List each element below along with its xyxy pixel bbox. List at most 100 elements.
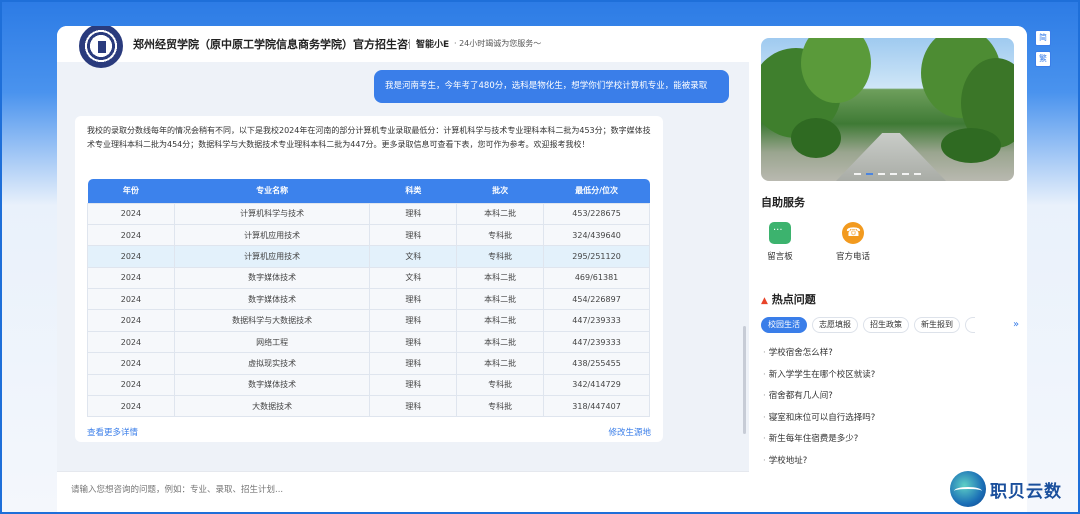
table-cell: 理科 (369, 373, 458, 397)
bot-intro-text: 我校的录取分数线每年的情况会稍有不同，以下是我校2024年在河南的部分计算机专业… (87, 126, 651, 149)
user-message: 我是河南考生，今年考了480分，选科是物化生，想学你们学校计算机专业，能被录取 (374, 70, 729, 103)
faq-item[interactable]: 新入学学生在哪个校区就读? (763, 368, 876, 380)
table-cell: 计算机应用技术 (173, 223, 371, 247)
table-cell: 本科二批 (456, 288, 545, 311)
table-cell: 本科二批 (456, 202, 545, 225)
faq-item[interactable]: 宿舍都有几人间? (763, 389, 833, 401)
faq-item[interactable]: 学校宿舍怎么样? (763, 346, 833, 358)
brand-watermark: 职贝云数 (950, 471, 1062, 507)
service-label: 留言板 (767, 252, 793, 262)
table-cell: 虚拟现实技术 (173, 352, 371, 375)
chat-scrollbar[interactable] (743, 326, 746, 434)
tab-registration[interactable]: 新生报到 (914, 317, 960, 333)
table-cell: 专科批 (456, 223, 545, 247)
table-row: 2024 网络工程 理科 本科二批 447/239333 (87, 330, 650, 354)
table-cell: 理科 (369, 352, 458, 375)
table-cell: 数据科学与大数据技术 (173, 309, 371, 332)
column-header-category: 科类 (369, 179, 457, 203)
table-header-row: 年份 专业名称 科类 批次 最低分/位次 (87, 179, 650, 203)
question-input[interactable] (71, 480, 731, 500)
chat-pane: 郑州经贸学院（原中原工学院信息商务学院）官方招生咨询... 智能小E · 24小… (57, 26, 749, 512)
banner-pagination[interactable] (761, 173, 1014, 175)
table-cell: 本科二批 (456, 330, 545, 354)
table-cell: 理科 (369, 288, 458, 311)
table-cell: 理科 (369, 330, 458, 354)
table-cell: 295/251120 (543, 245, 650, 268)
table-cell: 理科 (369, 223, 458, 247)
table-row: 2024 计算机应用技术 文科 专科批 295/251120 (87, 245, 650, 268)
table-cell: 469/61381 (543, 266, 650, 290)
banner-dot[interactable] (878, 173, 885, 175)
message-board-button[interactable]: 留言板 (757, 222, 803, 262)
table-row: 2024 大数据技术 理科 专科批 318/447407 (87, 395, 650, 418)
traditional-chinese-button[interactable]: 繁 (1035, 51, 1051, 67)
hot-questions-label: 热点问题 (771, 293, 816, 306)
table-cell: 2024 (87, 330, 175, 354)
bot-message: 我校的录取分数线每年的情况会稍有不同，以下是我校2024年在河南的部分计算机专业… (75, 116, 663, 442)
table-cell: 理科 (369, 309, 458, 332)
input-area (57, 471, 749, 512)
brand-logo-icon (950, 471, 986, 507)
table-cell: 2024 (87, 395, 175, 418)
faq-item[interactable]: 寝室和床位可以自行选择吗? (763, 411, 876, 423)
table-cell: 本科二批 (456, 309, 545, 332)
table-cell: 318/447407 (543, 395, 650, 418)
table-cell: 数字媒体技术 (173, 288, 371, 311)
table-cell: 438/255455 (543, 352, 650, 375)
table-cell: 2024 (87, 202, 175, 225)
column-header-batch: 批次 (456, 179, 544, 203)
official-phone-button[interactable]: 官方电话 (830, 222, 876, 262)
tab-campus-life[interactable]: 校园生活 (761, 317, 807, 333)
table-cell: 网络工程 (173, 330, 371, 354)
banner-dot[interactable] (914, 173, 921, 175)
tab-overflow (965, 317, 975, 333)
table-cell: 数字媒体技术 (173, 266, 371, 290)
table-cell: 大数据技术 (173, 395, 371, 418)
campus-banner[interactable] (761, 38, 1014, 181)
table-cell: 2024 (87, 352, 175, 375)
header-divider (409, 39, 410, 49)
banner-dot[interactable] (866, 173, 873, 175)
table-row: 2024 数字媒体技术 理科 专科批 342/414729 (87, 373, 650, 397)
table-cell: 数字媒体技术 (173, 373, 371, 397)
chat-window: 郑州经贸学院（原中原工学院信息商务学院）官方招生咨询... 智能小E · 24小… (57, 26, 1027, 512)
table-row: 2024 计算机科学与技术 理科 本科二批 453/228675 (87, 202, 650, 225)
column-header-major: 专业名称 (174, 179, 370, 203)
admission-table: 年份 专业名称 科类 批次 最低分/位次 2024 计算机科学与技术 理科 本科二批 4… (87, 179, 650, 418)
table-cell: 342/414729 (543, 373, 650, 397)
column-header-year: 年份 (87, 179, 175, 203)
table-cell: 计算机科学与技术 (173, 202, 371, 225)
tab-application[interactable]: 志愿填报 (812, 317, 858, 333)
message-board-icon (769, 222, 791, 244)
table-row: 2024 数据科学与大数据技术 理科 本科二批 447/239333 (87, 309, 650, 332)
chat-header: 郑州经贸学院（原中原工学院信息商务学院）官方招生咨询... 智能小E · 24小… (57, 26, 749, 68)
table-cell: 453/228675 (543, 202, 650, 225)
chevron-right-icon[interactable]: » (1009, 317, 1023, 333)
faq-item[interactable]: 新生每年住宿费是多少? (763, 432, 859, 444)
table-cell: 专科批 (456, 373, 545, 397)
table-row: 2024 数字媒体技术 理科 本科二批 454/226897 (87, 288, 650, 311)
table-cell: 本科二批 (456, 266, 545, 290)
table-cell: 理科 (369, 395, 458, 418)
table-cell: 文科 (369, 266, 458, 290)
simplified-chinese-button[interactable]: 简 (1035, 30, 1051, 46)
column-header-score: 最低分/位次 (543, 179, 650, 203)
agent-name: 智能小E (416, 40, 450, 50)
service-label: 官方电话 (835, 252, 870, 262)
school-logo (79, 26, 123, 68)
change-origin-link[interactable]: 修改生源地 (608, 426, 651, 438)
banner-dot[interactable] (902, 173, 909, 175)
table-cell: 专科批 (456, 395, 545, 418)
tab-policy[interactable]: 招生政策 (863, 317, 909, 333)
banner-dot[interactable] (854, 173, 861, 175)
view-more-link[interactable]: 查看更多详情 (87, 426, 138, 438)
faq-item[interactable]: 学校地址? (763, 454, 808, 466)
hot-question-tabs: 校园生活 志愿填报 招生政策 新生报到 » (761, 317, 1023, 335)
table-cell: 454/226897 (543, 288, 650, 311)
table-cell: 2024 (87, 373, 175, 397)
phone-icon (842, 222, 864, 244)
table-row: 2024 数字媒体技术 文科 本科二批 469/61381 (87, 266, 650, 290)
sidebar: 自助服务 留言板 官方电话 ▲ 热点问题 校园生活 志愿填报 招生政策 新生报到… (749, 26, 1027, 512)
table-cell: 专科批 (456, 245, 545, 268)
banner-dot[interactable] (890, 173, 897, 175)
